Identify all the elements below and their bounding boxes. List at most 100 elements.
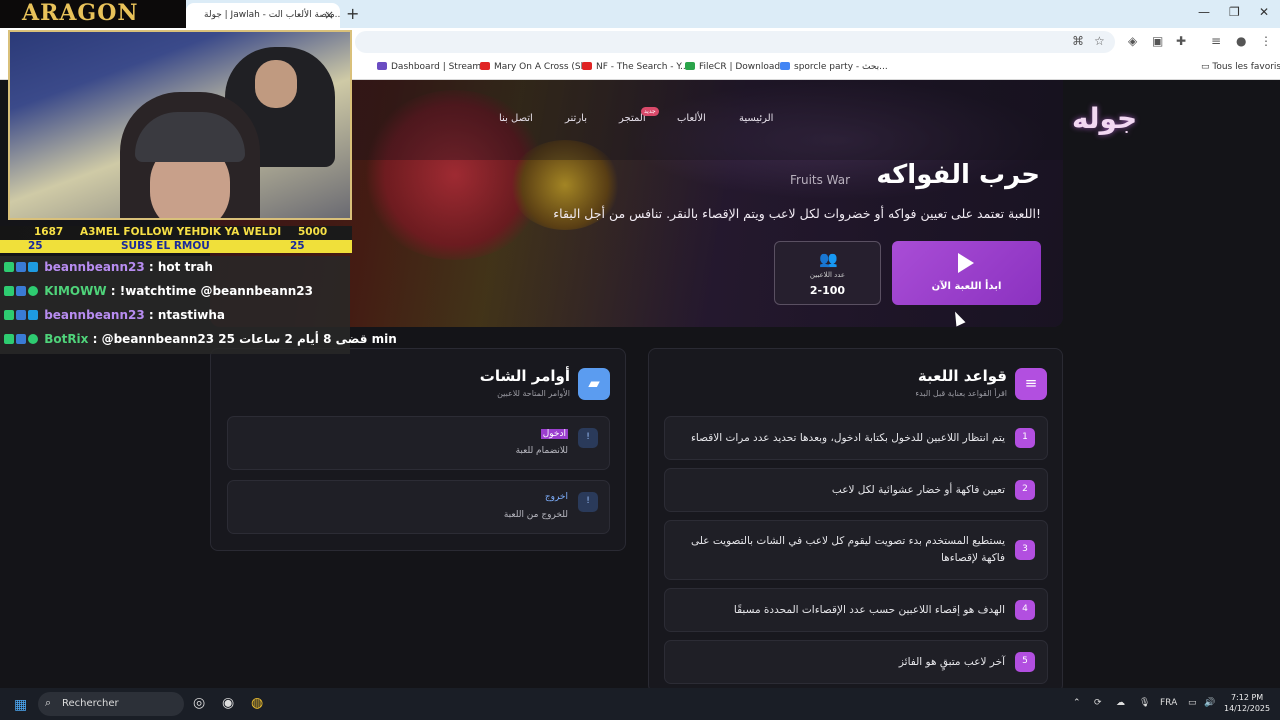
mod-badge-icon [16,334,26,344]
rule-text: يتم انتظار اللاعبين للدخول بكتابة ادخول،… [690,432,1005,444]
sync-icon[interactable]: ⟳ [1094,698,1102,708]
folder-icon: ▭ [1201,62,1213,72]
nav-contact[interactable]: اتصل بنا [499,113,533,124]
clock-time: 7:12 PM [1230,693,1264,702]
chat-username: beannbeann23 [44,260,145,274]
rule-number: 1 [1015,428,1035,448]
chrome-icon[interactable]: ◍ [251,695,263,711]
players-value: 2-100 [809,284,846,297]
kick-badge-icon [4,286,14,296]
rule-item: 3 يستطيع المستخدم بدء تصويت ليقوم كل لاع… [664,520,1048,580]
command-item: ! ادخول للانضمام للعبة [227,416,610,470]
nav-home[interactable]: الرئيسية [739,113,773,124]
command-icon: ! [578,428,598,448]
new-badge: جديد [641,107,659,116]
windows-start-icon[interactable]: ▦ [14,697,27,713]
close-window-icon[interactable]: ✕ [1259,5,1269,19]
mod-badge-icon [16,310,26,320]
youtube-icon [582,62,592,70]
discord-icon[interactable]: ◉ [222,695,234,711]
command-desc: للخروج من اللعبة [503,510,568,520]
bookmark-item[interactable]: FileCR | Download [685,62,780,72]
commands-subtitle: الأوامر المتاحة للاعبين [497,389,570,398]
rule-text: آخر لاعب متبقٍ هو الفائز [898,656,1005,668]
bookmark-favicon [685,62,695,70]
search-placeholder: Rechercher [62,698,119,709]
command-name: ادخول [540,429,568,439]
cloud-icon[interactable]: ☁ [1116,698,1125,708]
bookmark-item[interactable]: NF - The Search - Y... [582,62,689,72]
subs-goal-target: 25 [290,240,305,252]
verified-badge-icon [28,286,38,296]
taskbar-search[interactable]: Rechercher [38,692,184,716]
site-logo[interactable]: جوله [1072,102,1137,135]
command-name: اخروج [544,492,568,502]
windows-taskbar: ▦ Rechercher ⌕ ◎ ◉ ◍ ⌃ ⟳ ☁ 🎙 FRA ▭ 🔊 7:1… [0,688,1280,720]
command-item: ! اخروج للخروج من اللعبة [227,480,610,534]
taskbar-clock[interactable]: 7:12 PM 14/12/2025 [1224,692,1270,714]
mod-badge-icon [16,262,26,272]
translate-icon[interactable]: ⌘ [1072,34,1084,48]
menu-icon[interactable]: ⋮ [1260,34,1272,48]
follow-goal-text: A3MEL FOLLOW YEHDIK YA WELDI [80,226,282,238]
rule-number: 5 [1015,652,1035,672]
users-icon: 👥 [819,250,838,268]
browser-tab-bar: جولة | Jawlah - منصة الألعاب الت... × + … [0,0,1280,28]
language-indicator[interactable]: FRA [1160,698,1177,708]
chat-message: beannbeann23 : hot trah [4,260,213,284]
subs-goal-banner: 25 SUBS EL RMOU 25 [0,240,352,253]
media-icon[interactable]: ≡ [1211,34,1221,48]
subs-goal-text: SUBS EL RMOU [121,240,210,252]
chat-text: : !watchtime @beannbeann23 [110,284,313,298]
chat-text: : @beannbeann23 قضى 8 أيام 2 ساعات 25 mi… [92,332,397,346]
chevron-up-icon[interactable]: ⌃ [1073,698,1081,708]
follow-goal-target: 5000 [298,226,328,238]
chat-icon: ▰ [578,368,610,400]
bookmark-favicon [377,62,387,70]
star-icon[interactable]: ☆ [1094,34,1105,48]
rule-item: 5 آخر لاعب متبقٍ هو الفائز [664,640,1048,684]
app-icon[interactable]: ◎ [193,695,205,711]
command-icon: ! [578,492,598,512]
sub-badge-icon [28,310,38,320]
chat-text: : hot trah [148,260,213,274]
rule-item: 2 تعيين فاكهة أو خضار عشوائية لكل لاعب [664,468,1048,512]
chat-message: beannbeann23 : ntastiwha [4,308,225,332]
players-count-box: 👥 عدد اللاعبين 2-100 [774,241,881,305]
extensions-puzzle-icon[interactable]: ✚ [1176,34,1186,48]
bookmark-item[interactable]: sporcle party - بحث... [780,62,888,72]
list-icon: ≡ [1015,368,1047,400]
rules-title: قواعد اللعبة [917,367,1007,385]
mod-badge-icon [16,286,26,296]
all-bookmarks-folder[interactable]: ▭ Tous les favoris [1201,62,1280,72]
profile-icon[interactable]: ● [1236,34,1246,48]
commands-card: ▰ أوامر الشات الأوامر المتاحة للاعبين ! … [210,348,626,551]
extension-icon[interactable]: ◈ [1128,34,1137,48]
verified-badge-icon [28,334,38,344]
rule-number: 3 [1015,540,1035,560]
rule-text: تعيين فاكهة أو خضار عشوائية لكل لاعب [831,484,1005,496]
new-tab-button[interactable]: + [346,4,359,23]
rule-text: يستطيع المستخدم بدء تصويت ليقوم كل لاعب … [691,535,1005,564]
address-bar[interactable] [355,31,1115,53]
youtube-icon [480,62,490,70]
tab-close-icon[interactable]: × [324,8,334,22]
rule-number: 4 [1015,600,1035,620]
microphone-icon[interactable]: 🎙 [1139,698,1150,708]
chat-message: KIMOWW : !watchtime @beannbeann23 [4,284,313,308]
start-game-button[interactable]: ابدأ اللعبة الآن [892,241,1041,305]
browser-tab[interactable]: جولة | Jawlah - منصة الألعاب الت... × [186,3,340,28]
network-icon[interactable]: ▭ [1188,698,1197,708]
kick-badge-icon [4,310,14,320]
volume-icon[interactable]: 🔊 [1204,698,1215,708]
nav-games[interactable]: الألعاب [677,113,706,124]
nav-partner[interactable]: بارتنر [565,113,587,124]
bookmark-item[interactable]: Mary On A Cross (Sl... [480,62,592,72]
restore-icon[interactable]: ❐ [1229,5,1240,19]
commands-title: أوامر الشات [479,367,570,385]
rule-text: الهدف هو إقصاء اللاعبين حسب عدد الإقصاءا… [733,604,1005,616]
minimize-icon[interactable]: — [1198,5,1210,19]
bookmark-item[interactable]: Dashboard | Stream... [377,62,490,72]
aragon-logo: ARAGON [0,0,186,28]
extension-icon[interactable]: ▣ [1152,34,1163,48]
